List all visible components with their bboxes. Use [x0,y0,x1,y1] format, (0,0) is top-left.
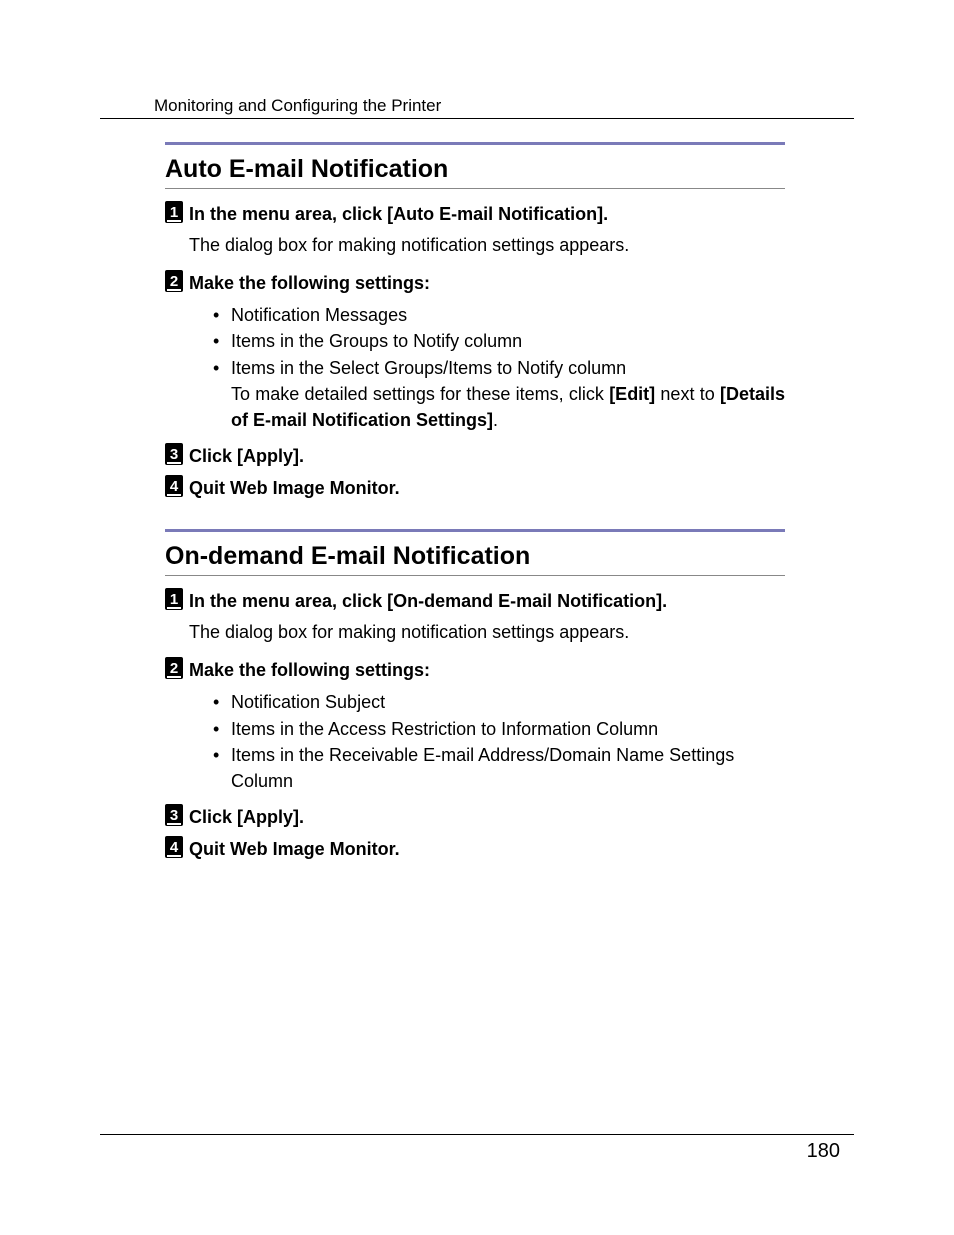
step-tail: . [662,591,667,611]
step-2-bullets: Notification Messages Items in the Group… [213,302,785,432]
step-lead: Click [189,446,237,466]
step-number-icon: 2 [165,270,183,292]
step-number-icon: 1 [165,201,183,223]
step-1: 1 In the menu area, click [Auto E-mail N… [165,201,785,227]
step-number-icon: 1 [165,588,183,610]
svg-text:4: 4 [170,478,179,495]
step-number-icon: 3 [165,804,183,826]
svg-text:1: 1 [170,204,178,221]
step-bracket: [Apply] [237,446,299,466]
step-4: 4 Quit Web Image Monitor. [165,836,785,862]
section-title: Auto E-mail Notification [165,149,785,188]
step-lead: Quit Web Image Monitor. [189,839,400,859]
step-1-desc: The dialog box for making notification s… [189,620,785,645]
detail-mid: next to [655,384,720,404]
step-3: 3 Click [Apply]. [165,443,785,469]
content: Auto E-mail Notification 1 In the menu a… [165,142,785,868]
svg-text:2: 2 [170,660,178,677]
svg-text:1: 1 [170,591,178,608]
detail-pre: To make detailed settings for these item… [231,384,609,404]
bullet-item: Items in the Select Groups/Items to Noti… [213,355,785,433]
bullet-item: Items in the Receivable E-mail Address/D… [213,742,785,794]
detail-bracket-1: [Edit] [609,384,655,404]
step-lead: Make the following settings: [189,660,430,680]
section-accent-bar [165,529,785,532]
step-2-bullets: Notification Subject Items in the Access… [213,689,785,793]
step-lead: In the menu area, click [189,591,387,611]
bullet-item: Items in the Groups to Notify column [213,328,785,354]
step-2: 2 Make the following settings: [165,270,785,296]
section-ondemand-email: On-demand E-mail Notification 1 In the m… [165,529,785,862]
bullet-item: Notification Subject [213,689,785,715]
svg-text:2: 2 [170,273,178,290]
step-1-desc: The dialog box for making notification s… [189,233,785,258]
header-rule [100,118,854,119]
page: Monitoring and Configuring the Printer A… [0,0,954,1235]
step-bracket: [Auto E-mail Notification] [387,204,603,224]
step-lead: Quit Web Image Monitor. [189,478,400,498]
step-bracket: [On-demand E-mail Notification] [387,591,662,611]
step-lead: Make the following settings: [189,273,430,293]
step-number-icon: 4 [165,836,183,858]
step-tail: . [299,807,304,827]
footer-rule [100,1134,854,1135]
page-number: 180 [807,1140,840,1163]
section-title: On-demand E-mail Notification [165,536,785,575]
step-tail: . [603,204,608,224]
svg-text:3: 3 [170,807,178,824]
section-underline [165,575,785,576]
bullet-detail: To make detailed settings for these item… [231,381,785,433]
step-bracket: [Apply] [237,807,299,827]
step-lead: Click [189,807,237,827]
step-4: 4 Quit Web Image Monitor. [165,475,785,501]
header-title: Monitoring and Configuring the Printer [154,96,441,115]
step-3: 3 Click [Apply]. [165,804,785,830]
step-number-icon: 2 [165,657,183,679]
detail-post: . [493,410,498,430]
bullet-item: Items in the Access Restriction to Infor… [213,716,785,742]
step-number-icon: 4 [165,475,183,497]
section-auto-email: Auto E-mail Notification 1 In the menu a… [165,142,785,501]
running-header: Monitoring and Configuring the Printer [154,96,840,116]
bullet-text: Items in the Select Groups/Items to Noti… [231,358,626,378]
svg-text:4: 4 [170,839,179,856]
section-accent-bar [165,142,785,145]
bullet-item: Notification Messages [213,302,785,328]
step-1: 1 In the menu area, click [On-demand E-m… [165,588,785,614]
step-number-icon: 3 [165,443,183,465]
svg-text:3: 3 [170,446,178,463]
step-lead: In the menu area, click [189,204,387,224]
step-tail: . [299,446,304,466]
step-2: 2 Make the following settings: [165,657,785,683]
section-underline [165,188,785,189]
